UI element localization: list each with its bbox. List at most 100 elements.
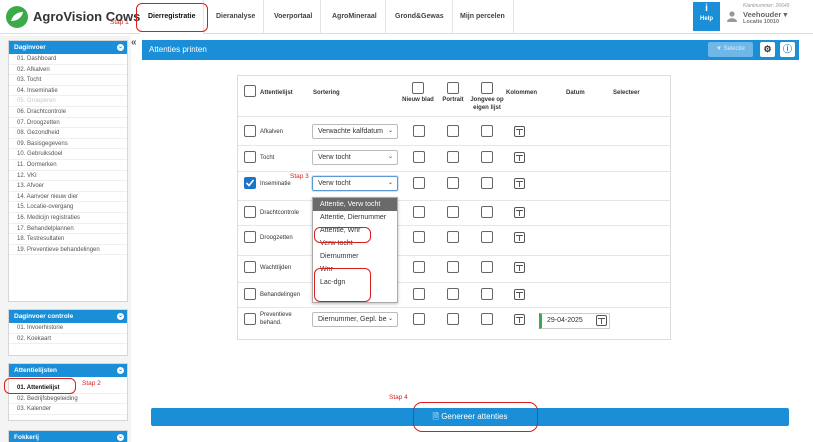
row-checkbox[interactable] (244, 313, 256, 325)
dropdown-option[interactable]: Diernummer (313, 250, 397, 263)
columns-icon[interactable] (514, 262, 525, 273)
row-checkbox[interactable] (244, 261, 256, 273)
row-checkbox[interactable] (244, 206, 256, 218)
jongvee-checkbox[interactable] (481, 151, 493, 163)
sort-select[interactable]: Verw tocht ⌄ (312, 150, 398, 165)
dropdown-option[interactable]: Attentie, Diernummer (313, 211, 397, 224)
jongvee-all-checkbox[interactable] (481, 82, 493, 94)
header-nieuw-blad: Nieuw blad (402, 97, 434, 103)
nieuw-blad-checkbox[interactable] (413, 206, 425, 218)
sidebar-item[interactable]: 11. Oormerken (9, 160, 127, 171)
selectie-button[interactable]: ▼ Selectie (708, 42, 753, 57)
nieuw-blad-checkbox[interactable] (413, 125, 425, 137)
portrait-checkbox[interactable] (447, 125, 459, 137)
sort-select[interactable]: Verw tocht ⌄ (312, 176, 398, 191)
row-checkbox[interactable] (244, 177, 256, 189)
sidebar-item[interactable]: 06. Drachtcontrole (9, 107, 127, 118)
info-icon: i (705, 3, 708, 14)
chevron-down-icon: ⌄ (387, 316, 393, 322)
columns-icon[interactable] (514, 152, 525, 163)
jongvee-checkbox[interactable] (481, 125, 493, 137)
portrait-checkbox[interactable] (447, 231, 459, 243)
jongvee-checkbox[interactable] (481, 288, 493, 300)
tab-agromineraal[interactable]: AgroMineraal (324, 0, 386, 34)
sidebar-item[interactable]: 16. Medicijn registraties (9, 213, 127, 224)
tab-grond-gewas[interactable]: Grond&Gewas (387, 0, 453, 34)
section-title: Daginvoer controle (14, 313, 74, 320)
page-header: Attenties printen (142, 40, 799, 60)
tab-dieranalyse[interactable]: Dieranalyse (208, 0, 265, 34)
nieuw-blad-all-checkbox[interactable] (412, 82, 424, 94)
sidebar-item[interactable]: 05. Groeperen (9, 96, 127, 107)
sort-select[interactable]: Diernummer, Gepl. be ⌄ (312, 312, 398, 327)
jongvee-checkbox[interactable] (481, 313, 493, 325)
step-1-label: Stap 1 (110, 19, 129, 26)
nieuw-blad-checkbox[interactable] (413, 177, 425, 189)
sidebar-item[interactable]: 15. Locatie-overgang (9, 202, 127, 213)
section-header[interactable]: Daginvoer ⌄ (9, 41, 127, 54)
portrait-all-checkbox[interactable] (447, 82, 459, 94)
sort-select[interactable]: Verwachte kalfdatum ⌄ (312, 124, 398, 139)
sidebar-item-bedrijfsbegeleiding[interactable]: 02. Bedrijfsbegeleiding (9, 394, 127, 405)
sidebar-item[interactable]: 02. Afkalven (9, 65, 127, 76)
sidebar-item[interactable]: 07. Droogzetten (9, 118, 127, 129)
portrait-checkbox[interactable] (447, 177, 459, 189)
nieuw-blad-checkbox[interactable] (413, 313, 425, 325)
chevron-down-icon: ⌄ (117, 367, 124, 374)
sidebar-item[interactable]: 03. Tocht (9, 75, 127, 86)
sidebar-item[interactable]: 14. Aanvoer nieuw dier (9, 192, 127, 203)
sidebar-item-koekaart[interactable]: 02. Koekaart (9, 334, 127, 345)
section-header[interactable]: Fokkerij ⌄ (9, 431, 127, 442)
sidebar-item[interactable]: 18. Testresultaten (9, 234, 127, 245)
portrait-checkbox[interactable] (447, 151, 459, 163)
section-header[interactable]: Daginvoer controle ⌄ (9, 310, 127, 323)
columns-icon[interactable] (514, 126, 525, 137)
row-checkbox[interactable] (244, 231, 256, 243)
columns-icon[interactable] (514, 314, 525, 325)
portrait-checkbox[interactable] (447, 313, 459, 325)
header-sortering: Sortering (313, 90, 340, 96)
sidebar-item[interactable]: 04. Inseminatie (9, 86, 127, 97)
agrovision-logo[interactable] (6, 6, 28, 28)
help-button[interactable]: i Help (693, 2, 720, 31)
calendar-icon[interactable] (596, 315, 607, 326)
tab-voerportaal[interactable]: Voerportaal (266, 0, 322, 34)
sidebar-item-kalender[interactable]: 03. Kalender (9, 404, 127, 415)
nieuw-blad-checkbox[interactable] (413, 261, 425, 273)
columns-icon[interactable] (514, 178, 525, 189)
jongvee-checkbox[interactable] (481, 206, 493, 218)
columns-icon[interactable] (514, 232, 525, 243)
sidebar-item[interactable]: 19. Preventieve behandelingen (9, 245, 127, 256)
sidebar-item[interactable]: 13. Afvoer (9, 181, 127, 192)
nieuw-blad-checkbox[interactable] (413, 151, 425, 163)
account-role[interactable]: Veehouder ▾ (743, 10, 787, 19)
jongvee-checkbox[interactable] (481, 261, 493, 273)
row-checkbox[interactable] (244, 288, 256, 300)
columns-icon[interactable] (514, 207, 525, 218)
sidebar-item-invoerhistorie[interactable]: 01. Invoerhistorie (9, 323, 127, 334)
sidebar-item[interactable]: 01. Dashboard (9, 54, 127, 65)
jongvee-checkbox[interactable] (481, 177, 493, 189)
collapse-sidebar-icon[interactable]: « (131, 37, 137, 48)
portrait-checkbox[interactable] (447, 261, 459, 273)
section-header[interactable]: Attentielijsten ⌄ (9, 364, 127, 377)
nieuw-blad-checkbox[interactable] (413, 288, 425, 300)
sidebar-item[interactable]: 09. Basisgegevens (9, 139, 127, 150)
portrait-checkbox[interactable] (447, 206, 459, 218)
select-all-checkbox[interactable] (244, 85, 256, 97)
sidebar-item[interactable]: 12. VKI (9, 171, 127, 182)
portrait-checkbox[interactable] (447, 288, 459, 300)
settings-button[interactable]: ⚙ (760, 42, 775, 57)
sidebar-item[interactable]: 10. Gebruiksdoel (9, 149, 127, 160)
info-button[interactable]: ⓘ (780, 42, 795, 57)
nieuw-blad-checkbox[interactable] (413, 231, 425, 243)
jongvee-checkbox[interactable] (481, 231, 493, 243)
row-checkbox[interactable] (244, 125, 256, 137)
dropdown-option[interactable]: Attentie, Verw tocht (313, 198, 397, 211)
sidebar-item[interactable]: 08. Gezondheid (9, 128, 127, 139)
sidebar-item[interactable]: 17. Behandelplannen (9, 224, 127, 235)
gear-icon: ⚙ (763, 44, 772, 54)
columns-icon[interactable] (514, 289, 525, 300)
tab-mijn-percelen[interactable]: Mijn percelen (452, 0, 514, 34)
row-checkbox[interactable] (244, 151, 256, 163)
